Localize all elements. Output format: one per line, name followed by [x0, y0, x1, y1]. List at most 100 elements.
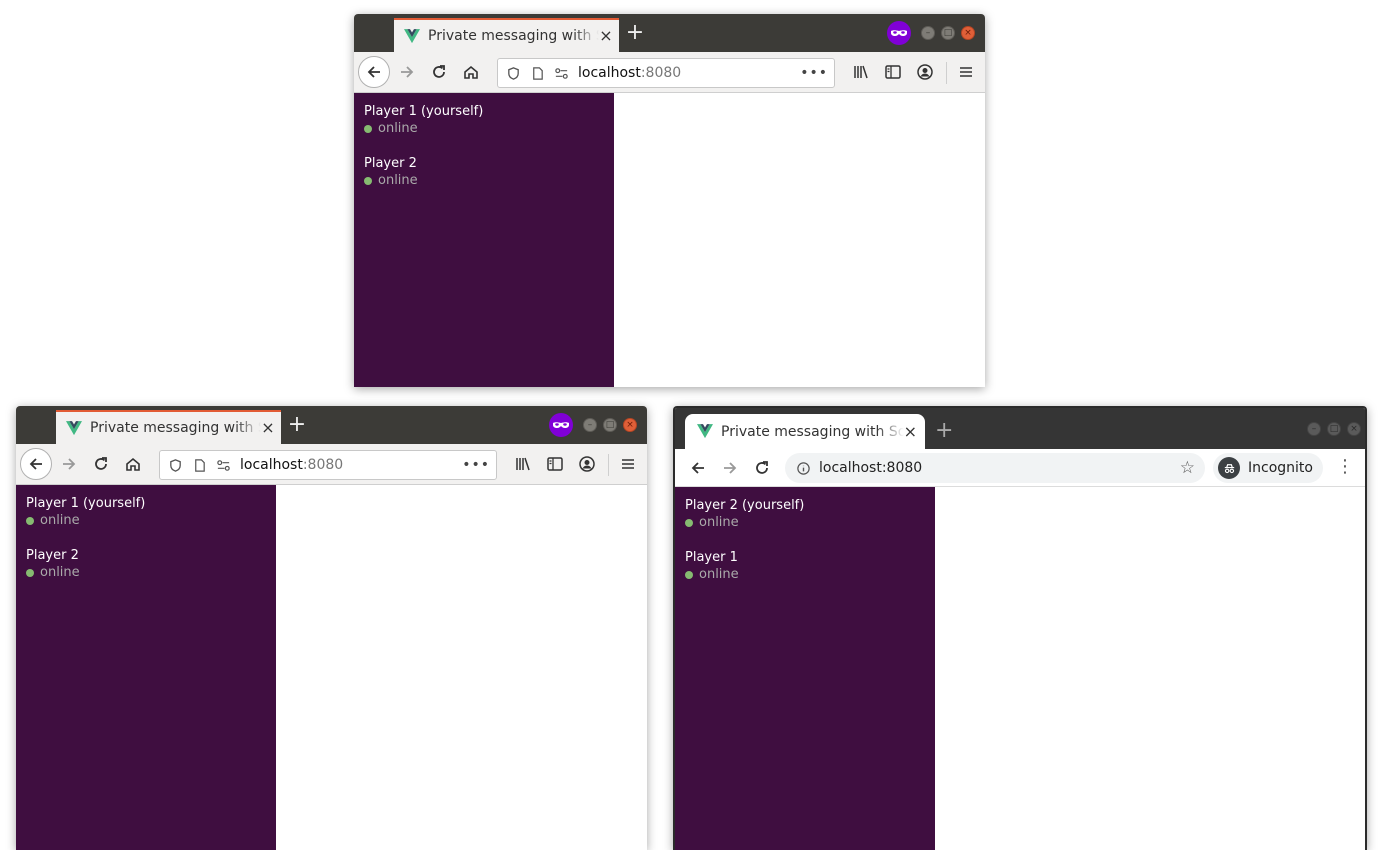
- browser-tab[interactable]: Private messaging with Socket.IO ×: [685, 414, 925, 449]
- close-window-button[interactable]: ×: [1347, 422, 1361, 436]
- message-panel: [935, 487, 1365, 850]
- back-button[interactable]: [20, 448, 52, 480]
- user-name: Player 1: [685, 550, 738, 565]
- arrow-left-icon: [27, 455, 45, 473]
- permissions-icon[interactable]: [552, 64, 570, 82]
- arrow-right-icon: [721, 459, 739, 477]
- reload-icon: [753, 459, 771, 477]
- user-item[interactable]: Player 1 (yourself) online: [354, 103, 614, 137]
- private-browsing-icon: [549, 413, 573, 437]
- browser-tab[interactable]: Private messaging with Socket.IO ×: [56, 410, 281, 444]
- account-icon: [578, 455, 596, 473]
- info-icon[interactable]: [795, 460, 811, 476]
- status-text: online: [699, 567, 739, 582]
- user-item[interactable]: Player 1 online: [675, 549, 935, 583]
- library-button[interactable]: [846, 57, 876, 87]
- sidebar-button[interactable]: [878, 57, 908, 87]
- hamburger-icon: [957, 63, 975, 81]
- reload-button[interactable]: [747, 453, 777, 483]
- online-dot-icon: [685, 519, 693, 527]
- close-window-button[interactable]: ×: [623, 418, 637, 432]
- shield-icon[interactable]: [166, 456, 184, 474]
- tab-close-icon[interactable]: ×: [261, 420, 275, 436]
- user-name: Player 2 (yourself): [685, 498, 805, 513]
- forward-button[interactable]: [392, 57, 422, 87]
- tab-title: Private messaging with Socket.IO: [90, 420, 261, 436]
- incognito-label: Incognito: [1248, 460, 1313, 476]
- url-port: :8080: [302, 457, 344, 473]
- nav-toolbar: localhost:8080 •••: [16, 444, 647, 485]
- home-icon: [124, 455, 142, 473]
- menu-button[interactable]: [613, 449, 643, 479]
- url-port: :8080: [640, 65, 682, 81]
- tab-bar: Private messaging with Socket.IO × + – □…: [675, 408, 1365, 449]
- user-item[interactable]: Player 2 (yourself) online: [675, 497, 935, 531]
- online-dot-icon: [364, 177, 372, 185]
- maximize-button[interactable]: □: [603, 418, 617, 432]
- tab-title: Private messaging with Socket.IO: [721, 423, 904, 440]
- incognito-indicator[interactable]: Incognito: [1213, 453, 1323, 483]
- private-browsing-icon: [887, 21, 911, 45]
- chrome-menu-icon[interactable]: ⋮: [1335, 457, 1355, 479]
- close-window-button[interactable]: ×: [961, 26, 975, 40]
- account-button[interactable]: [572, 449, 602, 479]
- account-button[interactable]: [910, 57, 940, 87]
- sidebar-button[interactable]: [540, 449, 570, 479]
- reload-button[interactable]: [86, 449, 116, 479]
- omnibox[interactable]: localhost:8080 ☆: [785, 453, 1205, 483]
- toolbar-separator: [946, 62, 947, 84]
- minimize-button[interactable]: –: [1307, 422, 1321, 436]
- tab-close-icon[interactable]: ×: [904, 422, 917, 441]
- tab-close-icon[interactable]: ×: [599, 28, 613, 44]
- permissions-icon[interactable]: [214, 456, 232, 474]
- user-list-sidebar: Player 2 (yourself) online Player 1 onli…: [675, 487, 935, 850]
- home-button[interactable]: [118, 449, 148, 479]
- user-item[interactable]: Player 2 online: [354, 155, 614, 189]
- bookmark-star-icon[interactable]: ☆: [1180, 458, 1195, 478]
- back-button[interactable]: [683, 453, 713, 483]
- sidebar-icon: [884, 63, 902, 81]
- firefox-window-top: Private messaging with Socket.IO × + – □…: [354, 14, 985, 387]
- sidebar-icon: [546, 455, 564, 473]
- message-panel: [614, 93, 985, 387]
- incognito-icon: [1218, 457, 1240, 479]
- nav-toolbar: localhost:8080 ☆ Incognito ⋮: [675, 449, 1365, 487]
- online-dot-icon: [26, 569, 34, 577]
- library-button[interactable]: [508, 449, 538, 479]
- user-item[interactable]: Player 2 online: [16, 547, 276, 581]
- minimize-button[interactable]: –: [921, 26, 935, 40]
- page-icon[interactable]: [190, 456, 208, 474]
- shield-icon[interactable]: [504, 64, 522, 82]
- minimize-button[interactable]: –: [583, 418, 597, 432]
- url-bar[interactable]: localhost:8080 •••: [497, 58, 835, 88]
- user-name: Player 2: [26, 548, 79, 563]
- arrow-right-icon: [398, 63, 416, 81]
- reload-button[interactable]: [424, 57, 454, 87]
- user-name: Player 1 (yourself): [26, 496, 146, 511]
- account-icon: [916, 63, 934, 81]
- reload-icon: [430, 63, 448, 81]
- online-dot-icon: [364, 125, 372, 133]
- home-button[interactable]: [456, 57, 486, 87]
- online-dot-icon: [685, 571, 693, 579]
- status-text: online: [378, 121, 418, 136]
- new-tab-button[interactable]: +: [286, 414, 308, 436]
- back-button[interactable]: [358, 56, 390, 88]
- url-bar[interactable]: localhost:8080 •••: [159, 450, 497, 480]
- forward-button[interactable]: [54, 449, 84, 479]
- forward-button[interactable]: [715, 453, 745, 483]
- message-panel: [276, 485, 647, 850]
- user-item[interactable]: Player 1 (yourself) online: [16, 495, 276, 529]
- menu-button[interactable]: [951, 57, 981, 87]
- new-tab-button[interactable]: +: [624, 22, 646, 44]
- toolbar-separator: [608, 454, 609, 476]
- vue-favicon-icon: [66, 421, 82, 436]
- browser-tab[interactable]: Private messaging with Socket.IO ×: [394, 18, 619, 52]
- user-status: online: [364, 121, 604, 137]
- page-icon[interactable]: [528, 64, 546, 82]
- maximize-button[interactable]: □: [1327, 422, 1341, 436]
- page-actions-icon[interactable]: •••: [462, 457, 490, 473]
- page-actions-icon[interactable]: •••: [800, 65, 828, 81]
- new-tab-button[interactable]: +: [935, 420, 953, 442]
- maximize-button[interactable]: □: [941, 26, 955, 40]
